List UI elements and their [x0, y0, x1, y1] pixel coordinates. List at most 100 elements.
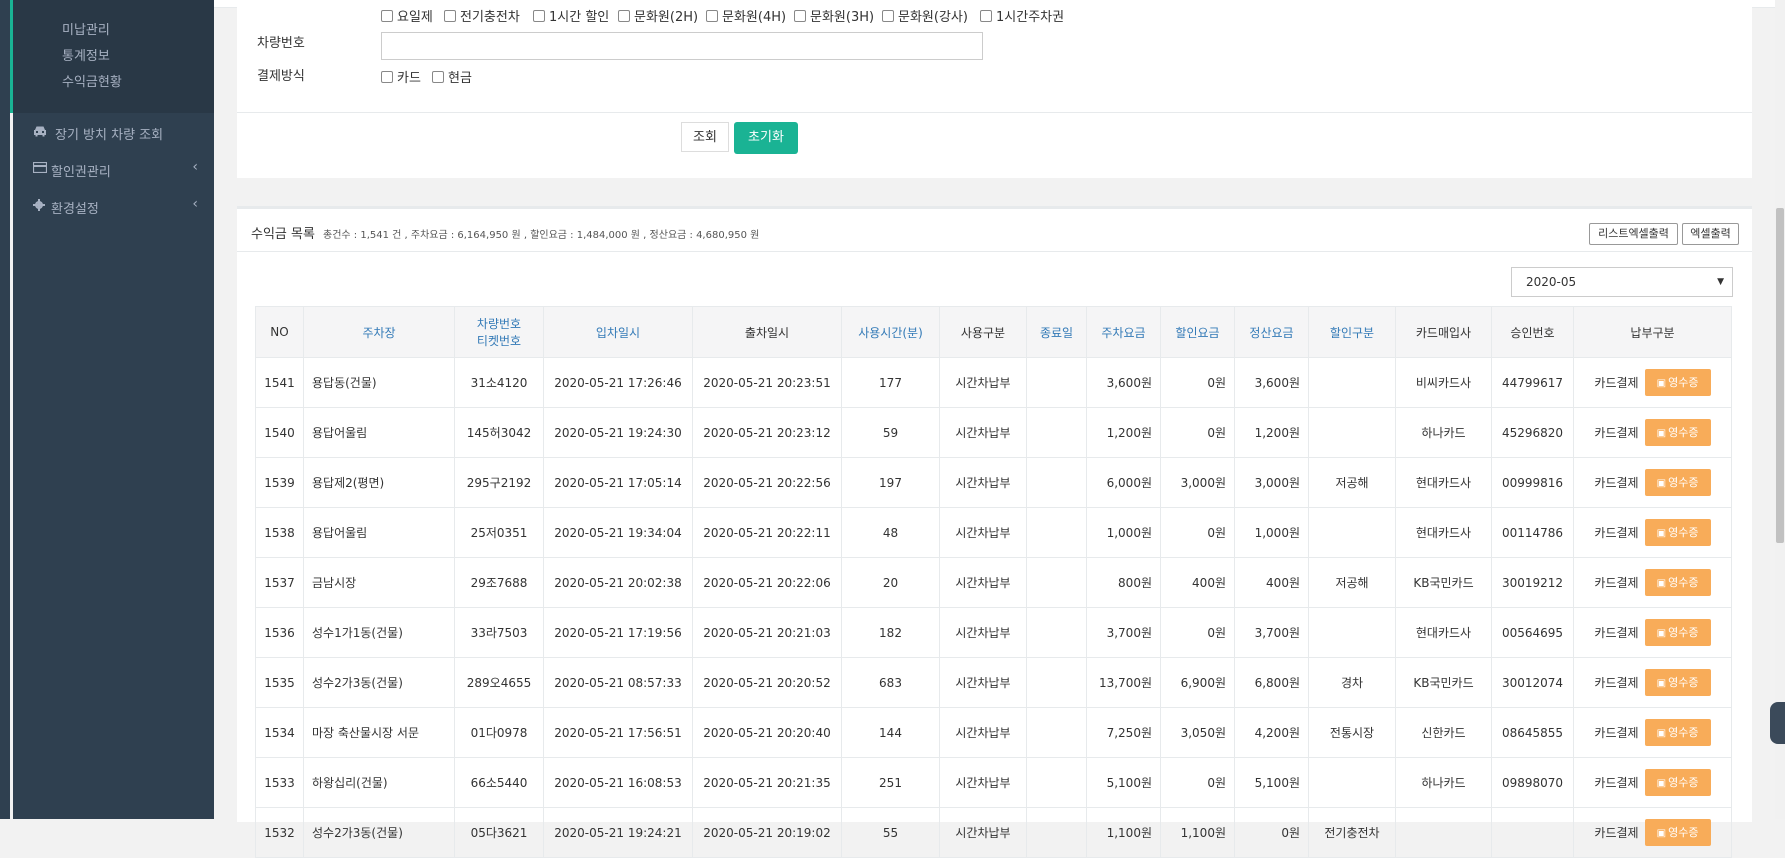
payment-type: 카드결제 [1594, 676, 1639, 690]
checkbox[interactable] [618, 10, 630, 22]
column-header[interactable]: 할인요금 [1160, 306, 1235, 358]
receipt-button[interactable]: ▣ 영수증 [1644, 669, 1711, 696]
cell-card: KB국민카드 [1395, 657, 1492, 708]
camera-icon: ▣ [1656, 378, 1667, 389]
checkbox[interactable] [533, 10, 545, 22]
reset-button[interactable]: 초기화 [734, 122, 798, 154]
camera-icon: ▣ [1656, 578, 1667, 589]
camera-icon: ▣ [1656, 478, 1667, 489]
cell-usage: 시간차납부 [939, 557, 1027, 608]
cell-disc: 1,100원 [1160, 807, 1235, 858]
column-header[interactable]: 입차일시 [543, 306, 693, 358]
cell-lot: 용답제2(평면) [303, 457, 455, 508]
cell-pay: 카드결제 ▣ 영수증 [1573, 807, 1732, 858]
chevron-left-icon: ‹ [192, 159, 198, 175]
payment-type: 카드결제 [1594, 526, 1639, 540]
cell-no: 1537 [255, 557, 304, 608]
column-header[interactable]: 주차요금 [1086, 306, 1161, 358]
sidebar-item-long-term-vehicles[interactable]: 장기 방치 차량 조회 [13, 113, 214, 153]
discount-option-ev[interactable]: 전기충전차 [444, 6, 520, 25]
checkbox[interactable] [381, 10, 393, 22]
receipt-button[interactable]: ▣ 영수증 [1644, 419, 1711, 446]
sidebar-item-settings[interactable]: 환경설정 ‹ [13, 187, 214, 227]
camera-icon: ▣ [1656, 728, 1667, 739]
discount-option-culture-2h[interactable]: 문화원(2H) [618, 6, 698, 25]
checkbox[interactable] [794, 10, 806, 22]
receipt-button[interactable]: ▣ 영수증 [1644, 369, 1711, 396]
discount-option-culture-3h[interactable]: 문화원(3H) [794, 6, 874, 25]
receipt-button[interactable]: ▣ 영수증 [1644, 769, 1711, 796]
payment-option-card[interactable]: 카드 [381, 67, 421, 86]
sidebar-subitem-unpaid[interactable]: 미납관리 [62, 19, 110, 38]
chevron-left-icon: ‹ [192, 196, 198, 212]
column-header[interactable]: 정산요금 [1234, 306, 1309, 358]
discount-option-1h-ticket[interactable]: 1시간주차권 [980, 6, 1064, 25]
sidebar-subitem-statistics[interactable]: 통계정보 [62, 45, 110, 64]
search-button[interactable]: 조회 [681, 122, 729, 152]
side-widget-tab[interactable] [1770, 702, 1785, 744]
receipt-button[interactable]: ▣ 영수증 [1644, 619, 1711, 646]
cell-lot: 성수1가1동(건물) [303, 607, 455, 658]
table-row: 1539 용답제2(평면) 295구2192 2020-05-21 17:05:14 2… [255, 457, 1732, 508]
sidebar-item-discount[interactable]: 할인권관리 ‹ [13, 150, 214, 190]
table-row: 1538 용답어울림 25저0351 2020-05-21 19:34:04 2020-… [255, 507, 1732, 558]
cell-in: 2020-05-21 17:05:14 [543, 457, 693, 508]
car-number-input[interactable] [381, 32, 983, 60]
excel-export-button[interactable]: 엑셀출력 [1682, 223, 1739, 245]
cell-pay: 카드결제 ▣ 영수증 [1573, 707, 1732, 758]
column-header[interactable]: 주차장 [303, 306, 455, 358]
sidebar-subitem-revenue[interactable]: 수익금현황 [62, 71, 122, 90]
cell-disc-type [1308, 507, 1396, 558]
active-accent-bar [10, 0, 13, 113]
discount-option-weekday[interactable]: 요일제 [381, 6, 433, 25]
receipt-button[interactable]: ▣ 영수증 [1644, 569, 1711, 596]
list-excel-export-button[interactable]: 리스트엑셀출력 [1589, 223, 1678, 245]
cell-no: 1533 [255, 757, 304, 808]
column-header[interactable]: 종료일 [1026, 306, 1087, 358]
discount-option-culture-4h[interactable]: 문화원(4H) [706, 6, 786, 25]
column-header[interactable]: 할인구분 [1308, 306, 1396, 358]
checkbox[interactable] [882, 10, 894, 22]
cell-in: 2020-05-21 17:26:46 [543, 357, 693, 408]
receipt-button[interactable]: ▣ 영수증 [1644, 519, 1711, 546]
cell-fee: 7,250원 [1086, 707, 1161, 758]
camera-icon: ▣ [1656, 828, 1667, 839]
cell-usage: 시간차납부 [939, 807, 1027, 858]
checkbox[interactable] [444, 10, 456, 22]
cell-disc-type: 경차 [1308, 657, 1396, 708]
payment-type: 카드결제 [1594, 726, 1639, 740]
cell-out: 2020-05-21 20:23:12 [692, 407, 842, 458]
discount-option-culture-instructor[interactable]: 문화원(강사) [882, 6, 968, 25]
column-header: 출차일시 [692, 306, 842, 358]
column-header: 승인번호 [1491, 306, 1574, 358]
cell-out: 2020-05-21 20:22:11 [692, 507, 842, 558]
cell-disc-type [1308, 357, 1396, 408]
checkbox[interactable] [980, 10, 992, 22]
payment-type: 카드결제 [1594, 626, 1639, 640]
cell-car: 295구2192 [454, 457, 544, 508]
discount-option-1h[interactable]: 1시간 할인 [533, 6, 609, 25]
checkbox[interactable] [381, 71, 393, 83]
cell-end [1026, 357, 1087, 408]
table-header-row: NO 주차장 차량번호 티켓번호 입차일시 출차일시 사용시간(분) 사용구분 종료일 주차요금… [255, 306, 1732, 358]
column-header[interactable]: 차량번호 티켓번호 [454, 306, 544, 358]
receipt-button[interactable]: ▣ 영수증 [1644, 469, 1711, 496]
receipt-button[interactable]: ▣ 영수증 [1644, 819, 1711, 846]
cell-out: 2020-05-21 20:21:35 [692, 757, 842, 808]
column-header[interactable]: 사용시간(분) [841, 306, 940, 358]
cell-end [1026, 707, 1087, 758]
cell-usage: 시간차납부 [939, 757, 1027, 808]
checkbox[interactable] [432, 71, 444, 83]
month-select[interactable]: 2020-05 ▼ [1511, 267, 1733, 297]
payment-option-cash[interactable]: 현금 [432, 67, 472, 86]
checkbox[interactable] [706, 10, 718, 22]
scrollbar-thumb[interactable] [1776, 208, 1784, 543]
gear-icon [33, 199, 47, 213]
cell-approval: 30019212 [1491, 557, 1574, 608]
column-header: 사용구분 [939, 306, 1027, 358]
cell-paid: 3,700원 [1234, 607, 1309, 658]
cell-mins: 144 [841, 707, 940, 758]
cell-card: 현대카드사 [1395, 507, 1492, 558]
cell-disc-type [1308, 757, 1396, 808]
receipt-button[interactable]: ▣ 영수증 [1644, 719, 1711, 746]
